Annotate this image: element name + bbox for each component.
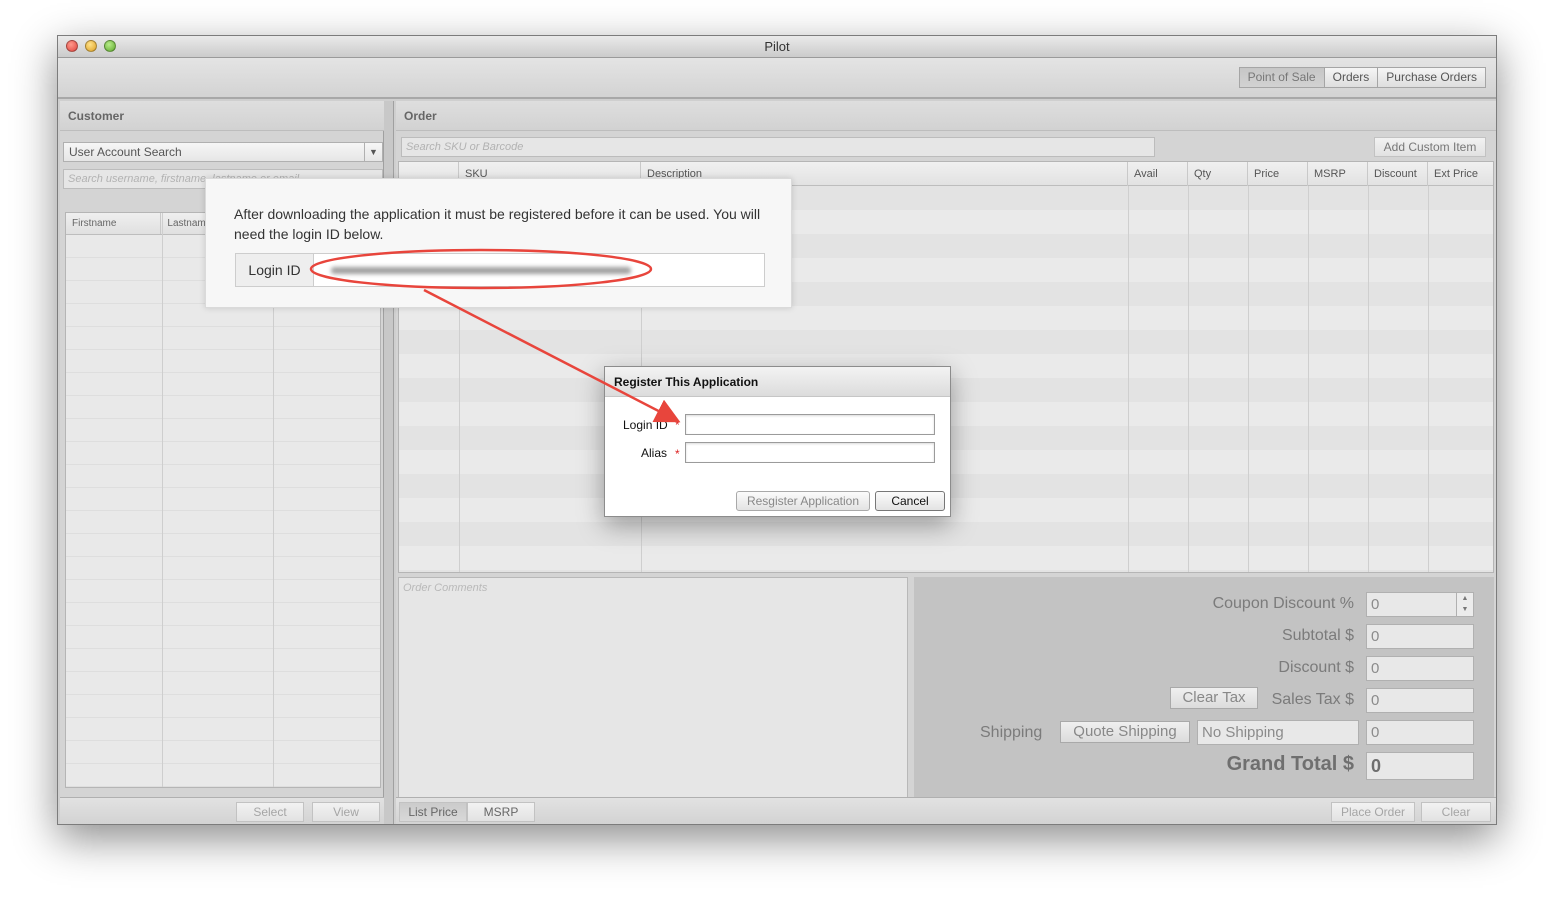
coupon-discount-value: 0: [1371, 596, 1380, 613]
column-ext-price[interactable]: Ext Price: [1428, 162, 1493, 186]
place-order-button[interactable]: Place Order: [1331, 802, 1415, 822]
sales-tax-label: Sales Tax $: [1271, 691, 1354, 708]
order-totals: Coupon Discount % 0 ▲ ▼ Subtotal $ 0 Disc…: [914, 577, 1494, 799]
grand-total-field: 0: [1366, 752, 1474, 780]
column-avail[interactable]: Avail: [1128, 162, 1188, 186]
customer-search-type-select[interactable]: User Account Search ▼: [63, 142, 383, 162]
column-divider: [1128, 186, 1129, 572]
column-msrp[interactable]: MSRP: [1308, 162, 1368, 186]
title-bar: Pilot: [58, 36, 1496, 58]
discount-label: Discount $: [1278, 659, 1354, 676]
cancel-button[interactable]: Cancel: [875, 491, 945, 511]
view-customer-button[interactable]: View: [312, 802, 380, 822]
column-divider: [1428, 186, 1429, 572]
discount-field: 0: [1366, 656, 1474, 681]
stepper-arrows-icon[interactable]: ▲ ▼: [1456, 593, 1473, 616]
column-divider: [1368, 186, 1369, 572]
column-qty[interactable]: Qty: [1188, 162, 1248, 186]
list-price-toggle[interactable]: List Price: [399, 802, 467, 822]
coupon-discount-input[interactable]: 0 ▲ ▼: [1366, 592, 1474, 617]
instruction-text: After downloading the application it mus…: [234, 206, 761, 242]
login-id-label: Login ID: [623, 418, 668, 432]
minimize-window-button[interactable]: [85, 40, 97, 52]
grand-total-label: Grand Total $: [1226, 753, 1354, 775]
order-heading: Order: [396, 101, 1496, 131]
quote-shipping-button[interactable]: Quote Shipping: [1060, 721, 1190, 743]
subtotal-label: Subtotal $: [1281, 627, 1354, 644]
shipping-method-field[interactable]: No Shipping: [1197, 720, 1359, 745]
view-switcher: Point of Sale Orders Purchase Orders: [1238, 67, 1486, 88]
add-custom-item-button[interactable]: Add Custom Item: [1374, 137, 1486, 157]
select-customer-button[interactable]: Select: [236, 802, 304, 822]
tab-point-of-sale[interactable]: Point of Sale: [1238, 67, 1325, 88]
alias-input[interactable]: [685, 442, 935, 463]
sku-search-input[interactable]: Search SKU or Barcode: [401, 137, 1155, 157]
tab-orders[interactable]: Orders: [1324, 67, 1379, 88]
shipping-label: Shipping: [980, 724, 1043, 741]
customer-rows: [66, 235, 380, 787]
column-divider: [1308, 186, 1309, 572]
close-window-button[interactable]: [66, 40, 78, 52]
required-asterisk-icon: *: [675, 418, 680, 432]
shipping-cost-field[interactable]: 0: [1366, 720, 1474, 745]
column-divider: [1248, 186, 1249, 572]
dialog-title: Register This Application: [605, 367, 950, 397]
login-id-input[interactable]: [685, 414, 935, 435]
order-comments-input[interactable]: Order Comments: [398, 577, 908, 799]
customer-heading: Customer: [60, 101, 384, 131]
alias-label: Alias: [641, 446, 668, 460]
column-price[interactable]: Price: [1248, 162, 1308, 186]
coupon-discount-label: Coupon Discount %: [1212, 595, 1354, 612]
clear-order-button[interactable]: Clear: [1421, 802, 1491, 822]
subtotal-field: 0: [1366, 624, 1474, 649]
toolbar: Point of Sale Orders Purchase Orders: [58, 58, 1496, 99]
column-firstname[interactable]: Firstname: [66, 213, 162, 234]
required-asterisk-icon: *: [675, 447, 680, 461]
register-dialog: Register This Application Login ID * Ali…: [604, 366, 951, 517]
sales-tax-field[interactable]: 0: [1366, 688, 1474, 713]
zoom-window-button[interactable]: [104, 40, 116, 52]
clear-tax-button[interactable]: Clear Tax: [1170, 687, 1258, 709]
column-discount[interactable]: Discount: [1368, 162, 1428, 186]
customer-search-type-value: User Account Search: [69, 145, 182, 159]
register-application-button[interactable]: Resgister Application: [736, 491, 870, 511]
column-divider: [162, 213, 163, 787]
chevron-down-icon: ▼: [364, 143, 382, 161]
msrp-toggle[interactable]: MSRP: [467, 802, 535, 822]
tab-purchase-orders[interactable]: Purchase Orders: [1378, 67, 1486, 88]
redacted-login-id: [331, 267, 631, 274]
order-action-bar: List Price MSRP Place Order Clear: [396, 797, 1496, 824]
customer-action-bar: Select View: [60, 797, 384, 824]
instruction-callout: After downloading the application it mus…: [205, 178, 792, 308]
column-divider: [1188, 186, 1189, 572]
window-title: Pilot: [764, 39, 790, 54]
login-id-addon-label: Login ID: [236, 254, 314, 286]
login-id-display[interactable]: Login ID: [235, 253, 765, 287]
